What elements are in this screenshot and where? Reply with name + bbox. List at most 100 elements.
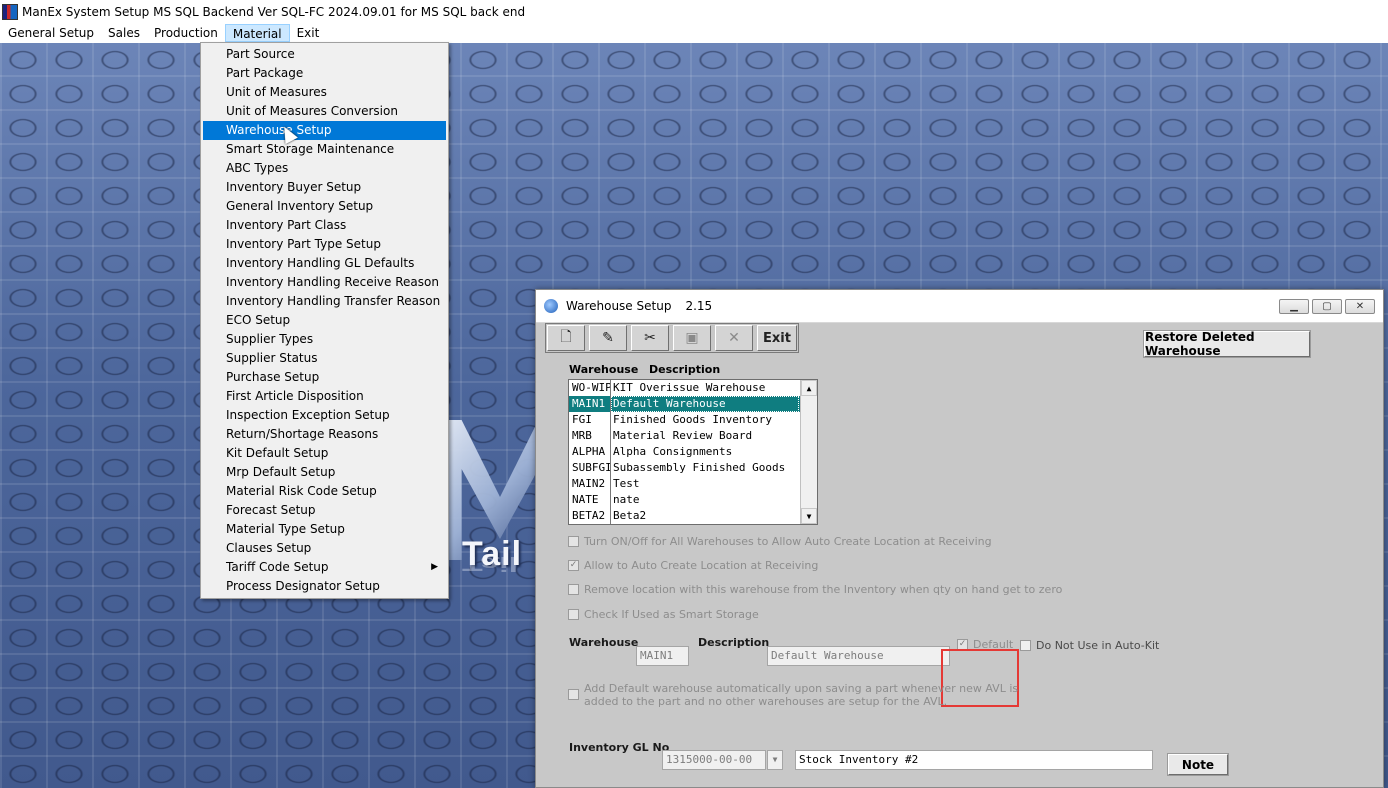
menu-item-part-source[interactable]: Part Source (203, 45, 446, 64)
edit-icon[interactable]: ✎ (589, 325, 627, 351)
checkbox-auto-create-all[interactable] (568, 536, 579, 547)
app-title-bar: ManEx System Setup MS SQL Backend Ver SQ… (0, 0, 1388, 23)
gl-dropdown-icon[interactable]: ▼ (767, 750, 783, 770)
menu-item-abc-types[interactable]: ABC Types (203, 159, 446, 178)
minimize-icon[interactable]: ▁ (1279, 299, 1309, 314)
menu-sales[interactable]: Sales (101, 24, 147, 42)
description-field[interactable]: Default Warehouse (767, 646, 950, 666)
submenu-arrow-icon: ▶ (431, 562, 438, 572)
menu-item-clauses-setup[interactable]: Clauses Setup (203, 539, 446, 558)
grid-scrollbar[interactable]: ▲ ▼ (800, 380, 817, 524)
menu-item-smart-storage[interactable]: Smart Storage Maintenance (203, 140, 446, 159)
menu-item-part-package[interactable]: Part Package (203, 64, 446, 83)
gl-description-field[interactable]: Stock Inventory #2 (795, 750, 1153, 770)
warehouse-grid[interactable]: WO-WIP KIT Overissue Warehouse MAIN1 Defau… (568, 379, 818, 525)
option-add-default-line1: Add Default warehouse automatically upon… (584, 682, 1019, 695)
table-row[interactable]: SUBFGI Subassembly Finished Goods (569, 460, 817, 476)
cell-warehouse: SUBFGI (569, 460, 611, 476)
option-do-not-use-label: Do Not Use in Auto-Kit (1036, 639, 1160, 652)
cell-warehouse: MAIN2 (569, 476, 611, 492)
cell-warehouse: FGI (569, 412, 611, 428)
scroll-down-icon[interactable]: ▼ (801, 508, 817, 524)
menu-item-general-inventory[interactable]: General Inventory Setup (203, 197, 446, 216)
option-add-default-warehouse[interactable]: Add Default warehouse automatically upon… (568, 682, 1018, 708)
table-row[interactable]: MRB Material Review Board (569, 428, 817, 444)
cell-description: Test (613, 477, 640, 490)
checkbox-add-default-warehouse[interactable] (568, 689, 579, 700)
table-row[interactable]: FGI Finished Goods Inventory (569, 412, 817, 428)
table-row-selected[interactable]: MAIN1 Default Warehouse (569, 396, 817, 412)
menu-item-unit-of-measures[interactable]: Unit of Measures (203, 83, 446, 102)
menu-item-purchase-setup[interactable]: Purchase Setup (203, 368, 446, 387)
menu-item-inspection-exception[interactable]: Inspection Exception Setup (203, 406, 446, 425)
menu-item-first-article[interactable]: First Article Disposition (203, 387, 446, 406)
option-auto-create-all[interactable]: Turn ON/Off for All Warehouses to Allow … (568, 535, 992, 548)
table-row[interactable]: MAIN2 Test (569, 476, 817, 492)
menu-item-inventory-buyer[interactable]: Inventory Buyer Setup (203, 178, 446, 197)
menu-item-handling-gl-defaults[interactable]: Inventory Handling GL Defaults (203, 254, 446, 273)
option-allow-auto-create-label: Allow to Auto Create Location at Receivi… (584, 559, 819, 572)
menu-item-handling-receive-reason[interactable]: Inventory Handling Receive Reason (203, 273, 446, 292)
table-row[interactable]: ALPHA Alpha Consignments (569, 444, 817, 460)
window-app-icon (544, 299, 558, 313)
menu-item-eco-setup[interactable]: ECO Setup (203, 311, 446, 330)
maximize-icon[interactable]: ▢ (1312, 299, 1342, 314)
cell-warehouse: WO-WIP (569, 380, 611, 396)
menu-item-material-type[interactable]: Material Type Setup (203, 520, 446, 539)
close-icon[interactable]: ✕ (1345, 299, 1375, 314)
menu-item-forecast-setup[interactable]: Forecast Setup (203, 501, 446, 520)
menu-exit[interactable]: Exit (290, 24, 327, 42)
menu-item-mrp-default[interactable]: Mrp Default Setup (203, 463, 446, 482)
inventory-gl-field[interactable]: 1315000-00-00 (662, 750, 766, 770)
menu-item-return-shortage[interactable]: Return/Shortage Reasons (203, 425, 446, 444)
menu-production[interactable]: Production (147, 24, 225, 42)
cancel-icon[interactable]: ✕ (715, 325, 753, 351)
table-row[interactable]: BETA2 Beta2 (569, 508, 817, 524)
description-label: Description (698, 636, 770, 649)
option-smart-storage[interactable]: Check If Used as Smart Storage (568, 608, 759, 621)
window-title-bar[interactable]: Warehouse Setup 2.15 ▁ ▢ ✕ (536, 290, 1383, 323)
menu-item-inventory-part-type[interactable]: Inventory Part Type Setup (203, 235, 446, 254)
menu-item-handling-transfer-reason[interactable]: Inventory Handling Transfer Reason (203, 292, 446, 311)
option-allow-auto-create[interactable]: ✓ Allow to Auto Create Location at Recei… (568, 559, 818, 572)
new-document-icon[interactable]: 🗋 (547, 325, 585, 351)
menu-general-setup[interactable]: General Setup (1, 24, 101, 42)
grid-header-description: Description (649, 363, 721, 376)
exit-button[interactable]: Exit (757, 325, 797, 351)
checkbox-smart-storage[interactable] (568, 609, 579, 620)
table-row[interactable]: WO-WIP KIT Overissue Warehouse (569, 380, 817, 396)
note-button[interactable]: Note (1167, 753, 1229, 776)
option-remove-location-label: Remove location with this warehouse from… (584, 583, 1063, 596)
cell-description: Finished Goods Inventory (613, 413, 772, 426)
menu-item-supplier-status[interactable]: Supplier Status (203, 349, 446, 368)
menu-item-supplier-types[interactable]: Supplier Types (203, 330, 446, 349)
menu-material[interactable]: Material (224, 23, 290, 42)
cell-description: Beta2 (613, 509, 647, 522)
menu-item-inventory-part-class[interactable]: Inventory Part Class (203, 216, 446, 235)
checkbox-do-not-use-auto-kit[interactable] (1020, 640, 1031, 651)
warehouse-field[interactable]: MAIN1 (636, 646, 689, 666)
cell-warehouse: ALPHA (569, 444, 611, 460)
menu-item-warehouse-setup[interactable]: Warehouse Setup (203, 121, 446, 140)
checkbox-allow-auto-create[interactable]: ✓ (568, 560, 579, 571)
option-remove-location[interactable]: Remove location with this warehouse from… (568, 583, 1062, 596)
scroll-up-icon[interactable]: ▲ (801, 380, 817, 396)
cell-warehouse: BETA2 (569, 508, 611, 524)
app-icon (2, 3, 18, 20)
menu-item-kit-default[interactable]: Kit Default Setup (203, 444, 446, 463)
menu-item-tariff-code-label: Tariff Code Setup (226, 560, 329, 574)
option-do-not-use-auto-kit[interactable]: Do Not Use in Auto-Kit (1020, 639, 1159, 652)
menu-item-tariff-code[interactable]: Tariff Code Setup ▶ (203, 558, 446, 577)
restore-deleted-warehouse-button[interactable]: Restore Deleted Warehouse (1143, 330, 1311, 358)
menu-item-uom-conversion[interactable]: Unit of Measures Conversion (203, 102, 446, 121)
checkbox-remove-location[interactable] (568, 584, 579, 595)
option-add-default-label: Add Default warehouse automatically upon… (584, 682, 1018, 708)
option-add-default-line2: added to the part and no other warehouse… (584, 695, 948, 708)
menu-item-process-designator[interactable]: Process Designator Setup (203, 577, 446, 596)
warehouse-setup-window: Warehouse Setup 2.15 ▁ ▢ ✕ 🗋 ✎ ✂ ▣ ✕ Exi… (535, 289, 1384, 788)
option-auto-create-all-label: Turn ON/Off for All Warehouses to Allow … (584, 535, 992, 548)
delete-scissors-icon[interactable]: ✂ (631, 325, 669, 351)
menu-item-material-risk[interactable]: Material Risk Code Setup (203, 482, 446, 501)
save-icon[interactable]: ▣ (673, 325, 711, 351)
table-row[interactable]: NATE nate (569, 492, 817, 508)
